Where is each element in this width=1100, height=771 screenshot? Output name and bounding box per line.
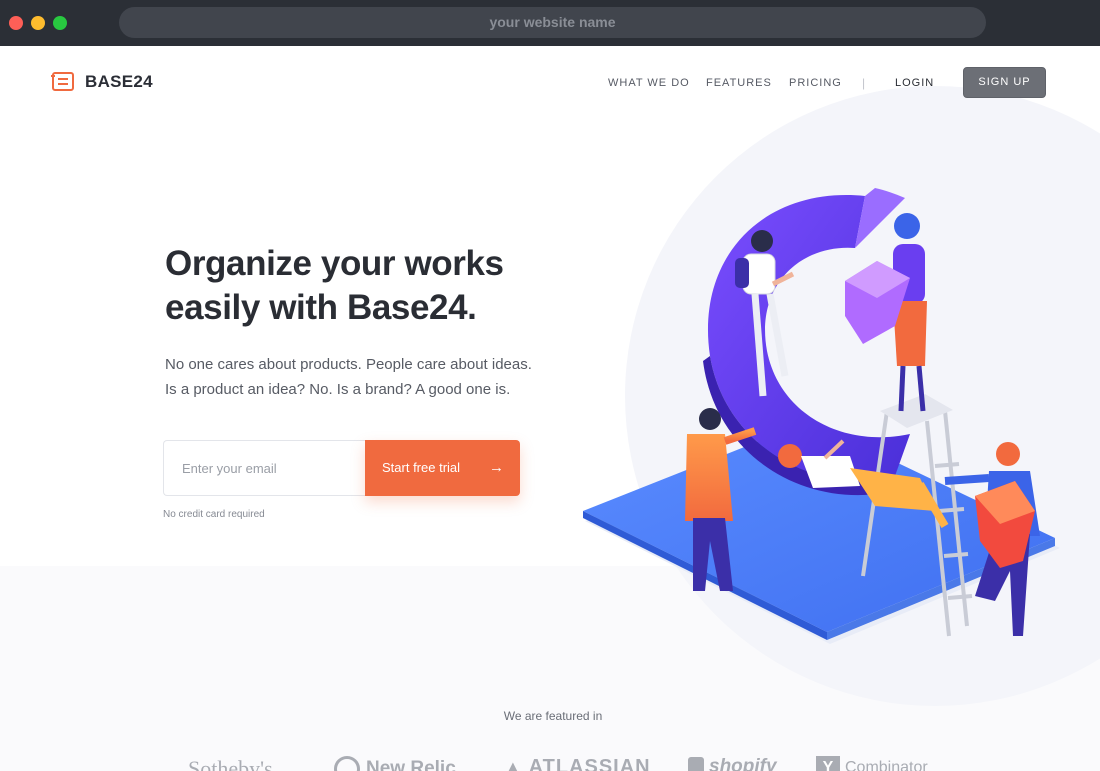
maximize-window-dot[interactable] xyxy=(53,16,67,30)
nav-link-features[interactable]: FEATURES xyxy=(706,77,772,89)
hero-subtitle-line-2: Is a product an idea? No. Is a brand? A … xyxy=(165,381,511,398)
hero-subtitle: No one cares about products. People care… xyxy=(165,352,565,402)
browser-chrome: your website name xyxy=(0,0,1100,46)
signup-form: Start free trial → xyxy=(163,440,520,496)
close-window-dot[interactable] xyxy=(9,16,23,30)
brand-logo-sothebys: Sotheby's xyxy=(188,756,273,771)
nav-link-pricing[interactable]: PRICING xyxy=(789,77,842,89)
atlassian-icon: ▲ xyxy=(504,757,523,771)
signup-button[interactable]: SIGN UP xyxy=(963,67,1046,98)
address-bar[interactable]: your website name xyxy=(119,7,986,38)
start-trial-button[interactable]: Start free trial → xyxy=(365,440,520,496)
brand-logo-atlassian: ▲ ATLASSIAN xyxy=(504,756,651,771)
nav-link-what-we-do[interactable]: WHAT WE DO xyxy=(608,77,690,89)
minimize-window-dot[interactable] xyxy=(31,16,45,30)
hero-illustration xyxy=(583,188,1060,644)
hero-title-line-2: easily with Base24. xyxy=(165,288,477,327)
login-link[interactable]: LOGIN xyxy=(895,77,934,89)
nav-separator: | xyxy=(862,76,866,90)
featured-label: We are featured in xyxy=(503,709,603,723)
brand-name-ycombinator: Combinator xyxy=(845,759,928,771)
brand-logo-new-relic: New Relic xyxy=(334,756,456,771)
ladder-top xyxy=(880,394,953,428)
hero-title-line-1: Organize your works xyxy=(165,244,504,283)
start-trial-label: Start free trial xyxy=(382,460,461,475)
new-relic-icon xyxy=(334,756,360,771)
landing-page: BASE24 WHAT WE DO FEATURES PRICING | LOG… xyxy=(0,46,1100,771)
brand-name-atlassian: ATLASSIAN xyxy=(528,756,651,771)
logo-icon xyxy=(50,71,75,93)
email-input[interactable] xyxy=(163,440,369,496)
arrow-right-icon: → xyxy=(489,459,504,476)
ycombinator-icon: Y xyxy=(816,756,840,771)
hero-subtitle-line-1: No one cares about products. People care… xyxy=(165,356,532,373)
logo[interactable]: BASE24 xyxy=(50,71,153,93)
hero-title: Organize your works easily with Base24. xyxy=(165,242,585,330)
brand-name-shopify: shopify xyxy=(709,756,777,771)
shopify-bag-icon xyxy=(688,756,704,771)
brand-logo-shopify: shopify xyxy=(688,756,777,771)
brand-logo-ycombinator: Y Combinator xyxy=(816,756,928,771)
brand-name-new-relic: New Relic xyxy=(366,758,456,771)
no-credit-card-note: No credit card required xyxy=(163,509,265,520)
logo-text: BASE24 xyxy=(85,72,153,91)
